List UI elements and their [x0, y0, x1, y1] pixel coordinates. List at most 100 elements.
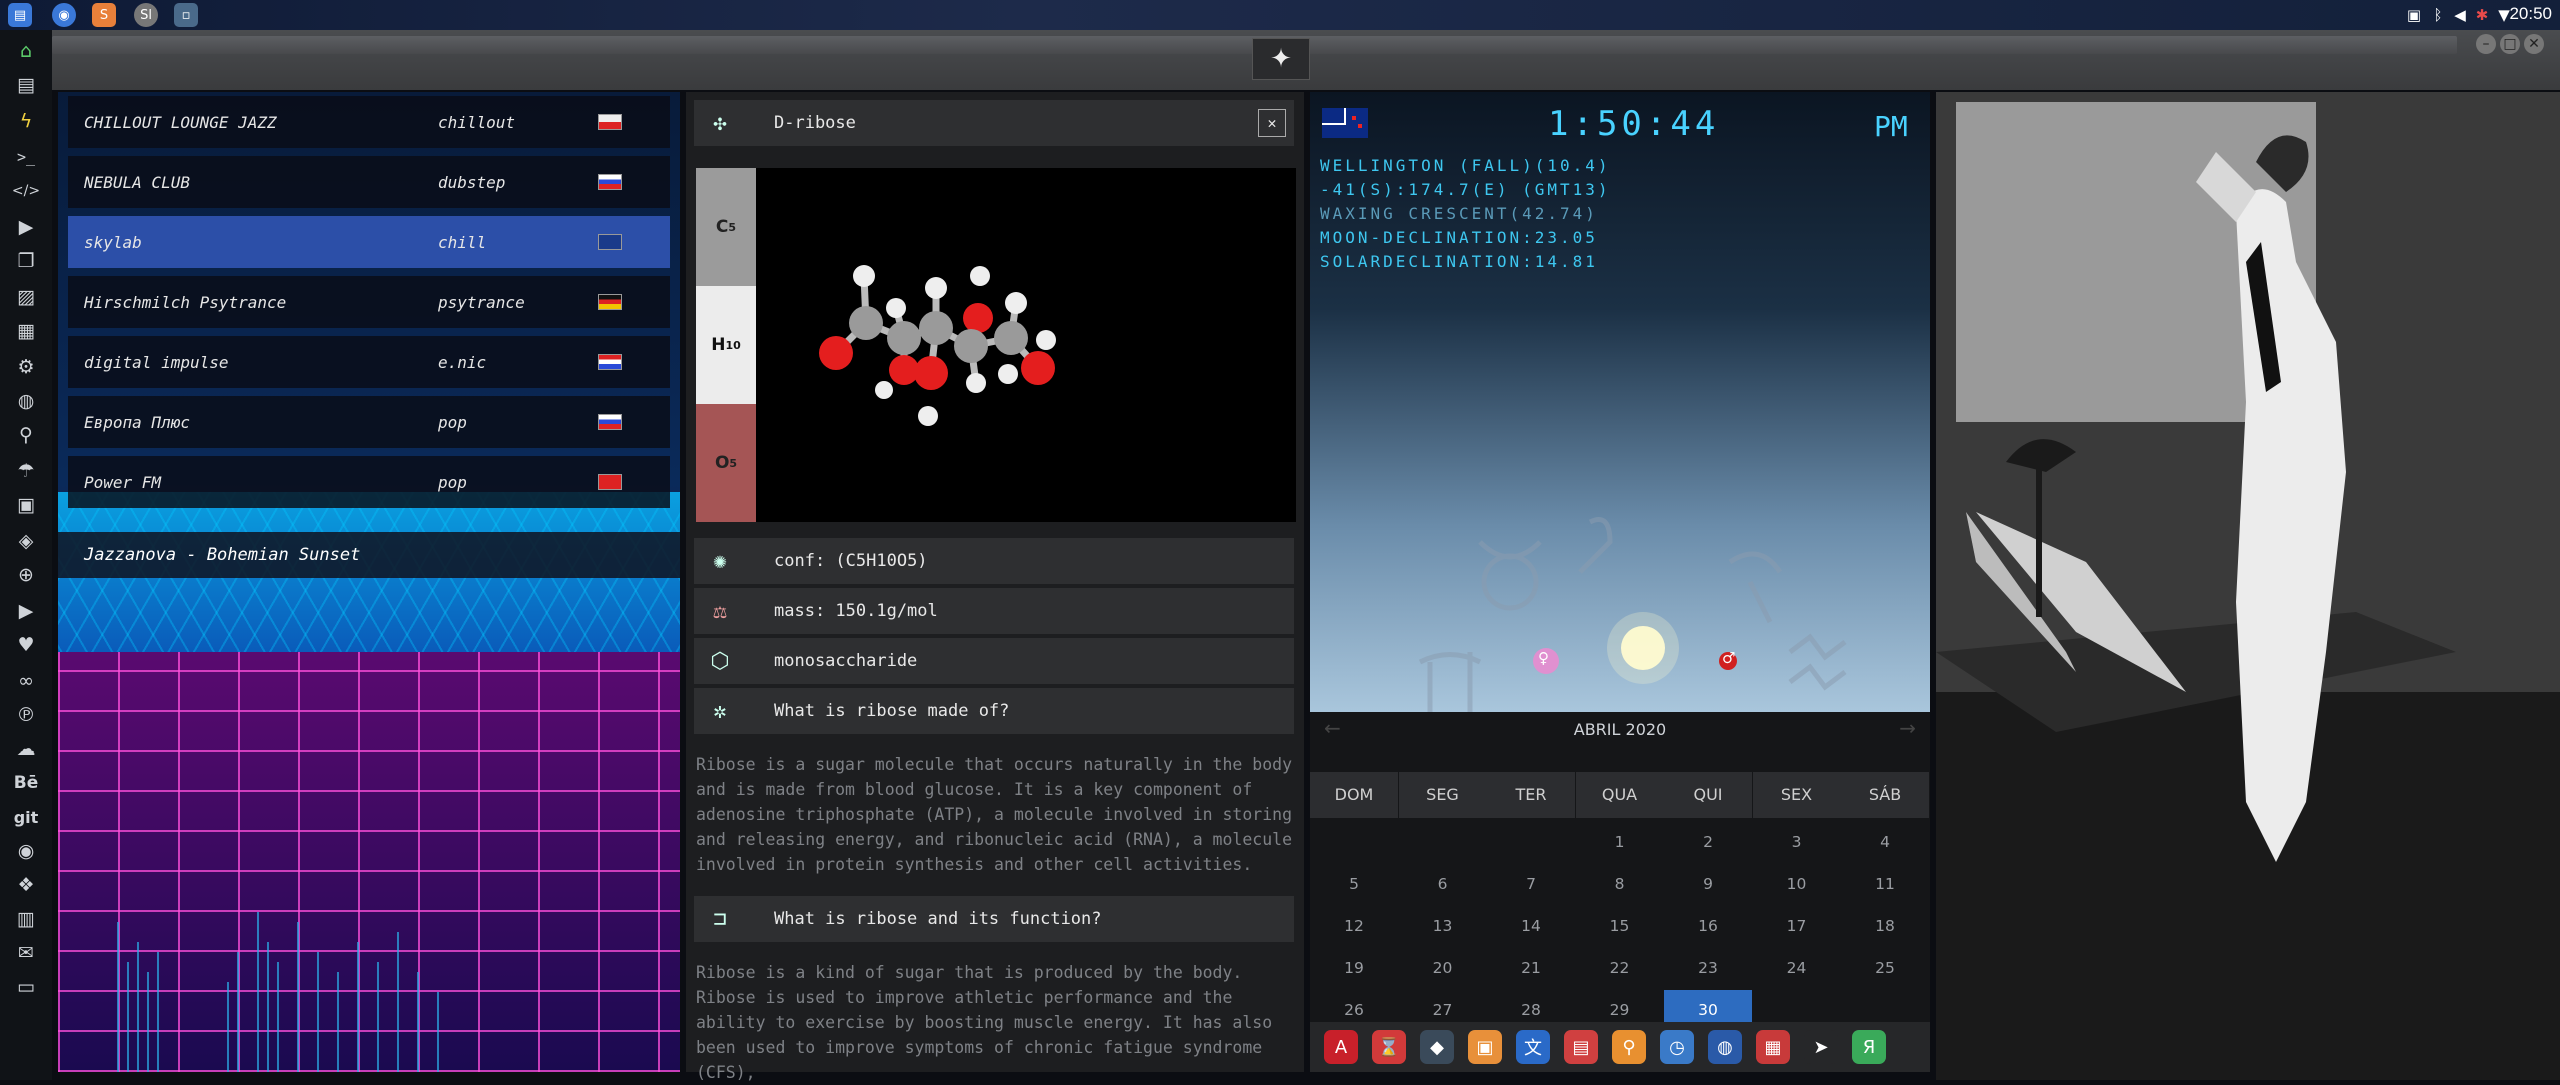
sl-icon[interactable]: Sl: [134, 3, 158, 27]
heart-icon[interactable]: ♥: [11, 630, 41, 660]
calendar-day[interactable]: 22: [1576, 948, 1664, 988]
flag-gb-icon: [598, 234, 622, 250]
calendar-day[interactable]: 6: [1399, 864, 1487, 904]
molecule-viewer[interactable]: C5 H 10 O5: [696, 168, 1296, 522]
calendar-day[interactable]: 18: [1841, 906, 1929, 946]
station-row[interactable]: Power FM pop: [68, 456, 670, 508]
home-icon[interactable]: ⌂: [11, 36, 41, 66]
umbrella-icon[interactable]: ☂: [11, 456, 41, 486]
code-icon[interactable]: </>: [11, 176, 41, 206]
gem-icon[interactable]: ◆: [1420, 1030, 1454, 1064]
calendar-day[interactable]: 20: [1399, 948, 1487, 988]
briefcase-icon[interactable]: ▣: [11, 490, 41, 520]
search-app-icon[interactable]: ⚲: [1612, 1030, 1646, 1064]
window-icon[interactable]: ▭: [11, 972, 41, 1002]
youtube-icon[interactable]: ▶: [11, 596, 41, 626]
calendar-day[interactable]: 19: [1310, 948, 1398, 988]
clock[interactable]: 20:50: [2509, 4, 2552, 24]
venus-icon: ♀: [1538, 649, 1549, 667]
hourglass-icon[interactable]: ⌛: [1372, 1030, 1406, 1064]
calendar-day[interactable]: 12: [1310, 906, 1398, 946]
world-clock: 1:50:44: [1548, 104, 1720, 144]
mail-icon[interactable]: ✉: [11, 938, 41, 968]
window-icon[interactable]: ▫: [174, 3, 198, 27]
behance-icon[interactable]: Bē: [11, 768, 41, 798]
calendar-day[interactable]: 15: [1576, 906, 1664, 946]
calendar-day[interactable]: 13: [1399, 906, 1487, 946]
calendar-day[interactable]: 9: [1664, 864, 1752, 904]
image-icon[interactable]: ▣: [2404, 5, 2424, 25]
translate-icon[interactable]: 文: [1516, 1030, 1550, 1064]
copy-icon[interactable]: ❐: [11, 246, 41, 276]
document-icon[interactable]: ▤: [11, 70, 41, 100]
cloud-icon[interactable]: ☁: [11, 734, 41, 764]
news-icon[interactable]: ▤: [1564, 1030, 1598, 1064]
close-icon[interactable]: ✕: [1258, 109, 1286, 137]
weekday-header: SEG: [1398, 772, 1487, 818]
calendar-icon[interactable]: ▦: [1756, 1030, 1790, 1064]
image-icon[interactable]: ▨: [11, 282, 41, 312]
git-icon[interactable]: git: [11, 802, 41, 832]
now-playing[interactable]: Jazzanova - Bohemian Sunset: [58, 532, 680, 578]
calendar-day[interactable]: 1: [1576, 822, 1664, 862]
calendar-day[interactable]: 14: [1487, 906, 1575, 946]
clock-icon[interactable]: ◷: [1660, 1030, 1694, 1064]
terminal-icon[interactable]: >_: [11, 142, 41, 172]
calendar-day[interactable]: 2: [1664, 822, 1752, 862]
calendar-day[interactable]: 8: [1576, 864, 1664, 904]
calendar-day[interactable]: 3: [1753, 822, 1841, 862]
sublime-icon[interactable]: S: [92, 3, 116, 27]
link-icon[interactable]: ∞: [11, 666, 41, 696]
question-row[interactable]: ⊐ What is ribose and its function?: [694, 896, 1294, 942]
dropbox-icon[interactable]: ❖: [11, 870, 41, 900]
adobe-icon[interactable]: A: [1324, 1030, 1358, 1064]
mars-icon: ♂: [1722, 649, 1736, 667]
next-month-icon[interactable]: →: [1899, 716, 1916, 740]
question-row[interactable]: ✲ What is ribose made of?: [694, 688, 1294, 734]
compass-icon[interactable]: ◍: [11, 386, 41, 416]
arrow-icon[interactable]: ➤: [1804, 1030, 1838, 1064]
bluetooth-icon[interactable]: ᛒ: [2428, 5, 2448, 25]
station-row[interactable]: digital impulse e.nic: [68, 336, 670, 388]
rebel-logo-icon[interactable]: ✦: [1252, 38, 1310, 80]
answer-text: Ribose is a kind of sugar that is produc…: [696, 963, 1273, 1082]
calendar-day[interactable]: 10: [1753, 864, 1841, 904]
chrome-icon[interactable]: ◉: [52, 3, 76, 27]
station-row[interactable]: NEBULA CLUB dubstep: [68, 156, 670, 208]
table-icon[interactable]: ▦: [11, 316, 41, 346]
station-row-selected[interactable]: skylab chill: [68, 216, 670, 268]
station-row[interactable]: CHILLOUT LOUNGE JAZZ chillout: [68, 96, 670, 148]
crosshair-icon[interactable]: ⊕: [11, 560, 41, 590]
files-icon[interactable]: ▤: [8, 3, 32, 27]
play-icon[interactable]: ▶: [11, 212, 41, 242]
bolt-icon[interactable]: ϟ: [11, 106, 41, 136]
calendar-day[interactable]: 17: [1753, 906, 1841, 946]
calendar-day[interactable]: 11: [1841, 864, 1929, 904]
tags-icon[interactable]: ◈: [11, 526, 41, 556]
photos-icon[interactable]: ▣: [1468, 1030, 1502, 1064]
maximize-button[interactable]: □: [2500, 34, 2520, 54]
search-icon[interactable]: ⚲: [11, 420, 41, 450]
calendar-day[interactable]: 23: [1664, 948, 1752, 988]
station-row[interactable]: Hirschmilch Psytrance psytrance: [68, 276, 670, 328]
calendar-day[interactable]: 16: [1664, 906, 1752, 946]
minimize-button[interactable]: –: [2476, 34, 2496, 54]
calendar-day[interactable]: 7: [1487, 864, 1575, 904]
github-icon[interactable]: ◉: [11, 836, 41, 866]
volume-icon[interactable]: ◀: [2450, 5, 2470, 25]
calendar-day[interactable]: 4: [1841, 822, 1929, 862]
map-icon[interactable]: ▥: [11, 904, 41, 934]
globe-icon[interactable]: ◍: [1708, 1030, 1742, 1064]
flag-nz-icon: [1322, 108, 1368, 138]
calendar-day[interactable]: 25: [1841, 948, 1929, 988]
gear-icon[interactable]: ⚙: [11, 352, 41, 382]
close-button[interactable]: ✕: [2524, 34, 2544, 54]
calendar-day[interactable]: 21: [1487, 948, 1575, 988]
yandex-icon[interactable]: Я: [1852, 1030, 1886, 1064]
station-row[interactable]: Европа Плюс pop: [68, 396, 670, 448]
photo-illustration: [1936, 92, 2560, 1080]
bug-icon[interactable]: ✱: [2472, 5, 2492, 25]
calendar-day[interactable]: 24: [1753, 948, 1841, 988]
calendar-day[interactable]: 5: [1310, 864, 1398, 904]
pinterest-icon[interactable]: ℗: [11, 700, 41, 730]
